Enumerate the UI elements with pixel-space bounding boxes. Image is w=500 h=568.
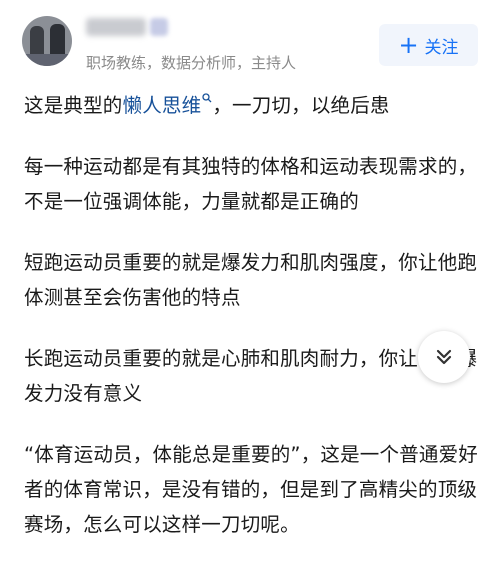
answer-author-header: 职场教练，数据分析师，主持人 + 关注 <box>0 0 500 84</box>
author-badge-blurred <box>150 18 168 36</box>
plus-icon: + <box>398 31 419 59</box>
answer-content: 这是典型的懒人思维 ，一刀切，以绝后患 每一种运动都是有其独特的体格和运动表现需求… <box>24 88 480 568</box>
answer-paragraph-4: 长跑运动员重要的就是心肺和肌肉耐力，你让他练爆发力没有意义 <box>24 347 478 405</box>
answer-paragraph-2: 每一种运动都是有其独特的体格和运动表现需求的，不是一位强调体能，力量就都是正确的 <box>24 155 478 213</box>
double-chevron-down-icon <box>436 349 452 365</box>
answer-paragraph-3: 短跑运动员重要的就是爆发力和肌肉强度，你让他跑体测甚至会伤害他的特点 <box>24 251 478 309</box>
search-keyword-link[interactable]: 懒人思维 <box>123 93 213 117</box>
author-avatar[interactable] <box>22 16 72 66</box>
author-name-blurred[interactable] <box>86 18 146 36</box>
scroll-down-button[interactable] <box>418 331 470 383</box>
answer-paragraph-5: “体育运动员，体能总是重要的”，这是一个普通爱好者的体育常识，是没有错的，但是到… <box>24 443 479 536</box>
search-icon <box>202 93 212 103</box>
author-headline: 职场教练，数据分析师，主持人 <box>86 54 297 72</box>
answer-paragraph-1: 这是典型的懒人思维 ，一刀切，以绝后患 <box>24 93 390 117</box>
follow-button-label: 关注 <box>424 37 459 58</box>
follow-button[interactable]: + 关注 <box>379 24 478 66</box>
